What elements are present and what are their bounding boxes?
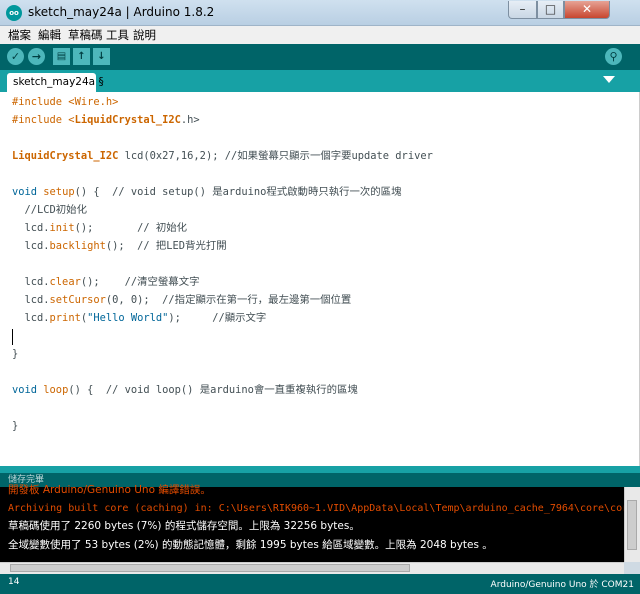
menu-file[interactable]: 檔案 [8,27,31,43]
console-line: 全域變數使用了 53 bytes (2%) 的動態記憶體，剩餘 1995 byt… [8,539,493,551]
line-number: 14 [8,577,20,587]
save-sketch-icon[interactable]: ↓ [93,48,110,65]
code-line: void setup() { // void setup() 是arduino程… [12,186,402,198]
minimize-button[interactable]: – [508,1,537,19]
code-line: lcd.setCursor(0, 0); //指定顯示在第一行，最左邊第一個位置 [12,294,352,306]
serial-monitor-icon[interactable]: ⚲ [605,48,622,65]
toolbar: ✓ → ▤ ↑ ↓ ⚲ [0,44,640,70]
tab-sketch[interactable]: sketch_may24a § [7,73,104,92]
upload-icon[interactable]: → [28,48,45,65]
status-bar: 14 Arduino/Genuino Uno 於 COM21 [0,574,640,594]
console-line: 開發板 Arduino/Genuino Uno 編譯錯誤。 [8,484,211,496]
editor-console-divider[interactable] [0,466,640,473]
code-editor[interactable]: #include <Wire.h> #include <LiquidCrysta… [0,92,640,466]
menu-help[interactable]: 說明 [133,27,156,43]
menu-tools[interactable]: 工具 [106,27,129,43]
code-line: lcd.backlight(); // 把LED背光打開 [12,240,227,252]
code-line: } [12,420,19,432]
console-line: 草稿碼使用了 2260 bytes (7%) 的程式儲存空間。上限為 32256… [8,520,360,532]
console-line: Archiving built core (caching) in: C:\Us… [8,503,640,514]
close-button[interactable]: ✕ [564,1,610,19]
code-line: #include <LiquidCrystal_I2C.h> [12,114,200,126]
code-line: } [12,348,19,360]
code-line: #include <Wire.h> [12,96,119,108]
code-line: LiquidCrystal_I2C lcd(0x27,16,2); //如果螢幕… [12,150,433,162]
console-output[interactable]: 開發板 Arduino/Genuino Uno 編譯錯誤。 Archiving … [0,484,640,562]
title-bar: oo sketch_may24a | Arduino 1.8.2 – □ ✕ [0,0,640,26]
menu-bar: 檔案 編輯 草稿碼 工具 說明 [0,26,640,44]
code-line: lcd.init(); // 初始化 [12,222,188,234]
code-line: lcd.print("Hello World"); //顯示文字 [12,312,267,324]
code-line: //LCD初始化 [12,204,87,216]
maximize-button[interactable]: □ [537,1,564,19]
open-sketch-icon[interactable]: ↑ [73,48,90,65]
verify-icon[interactable]: ✓ [7,48,24,65]
code-line: lcd.clear(); //清空螢幕文字 [12,276,200,288]
tab-bar: sketch_may24a § [0,70,640,92]
board-port-label: Arduino/Genuino Uno 於 COM21 [490,580,634,590]
text-cursor [12,329,13,345]
new-sketch-icon[interactable]: ▤ [53,48,70,65]
console-hscroll-thumb[interactable] [10,564,410,572]
code-line: void loop() { // void loop() 是arduino會一直… [12,384,358,396]
window-title: sketch_may24a | Arduino 1.8.2 [28,5,215,19]
menu-edit[interactable]: 編輯 [38,27,61,43]
menu-sketch[interactable]: 草稿碼 [68,27,103,43]
arduino-logo-icon: oo [6,5,22,21]
console-scroll-thumb[interactable] [627,500,637,550]
tab-menu-arrow-icon[interactable] [603,76,615,83]
